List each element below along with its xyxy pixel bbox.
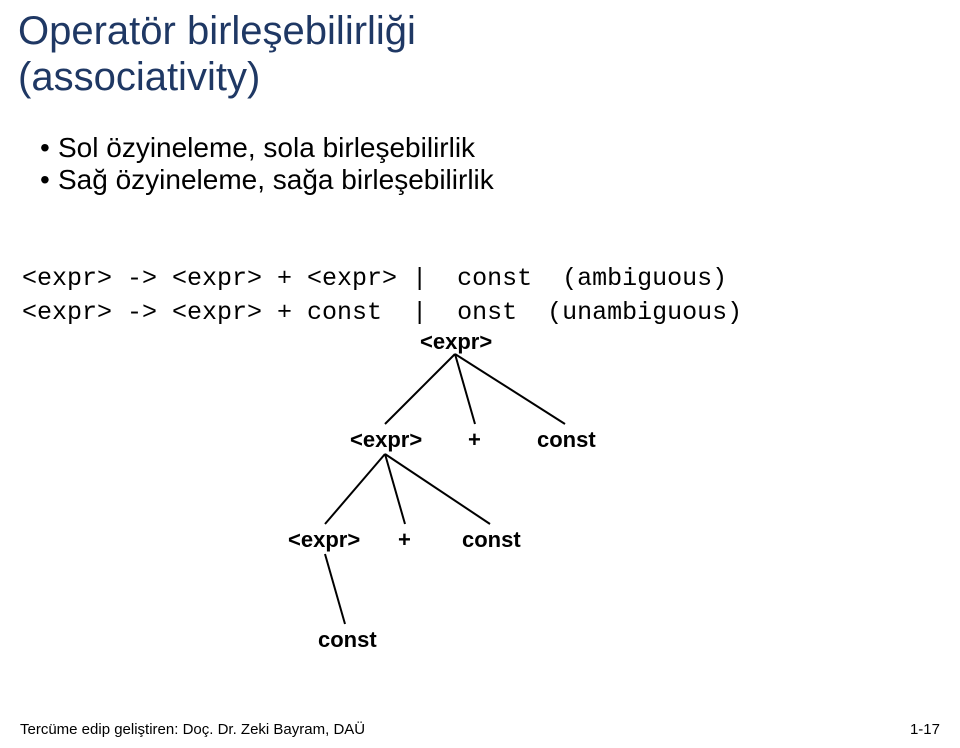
tree-l2-const: const xyxy=(462,527,521,553)
tree-l1-expr: <expr> xyxy=(350,427,422,453)
title-line2: (associativity) xyxy=(18,54,942,100)
slide-title: Operatör birleşebilirliği (associativity… xyxy=(0,0,960,100)
bullet-list: Sol özyineleme, sola birleşebilirlik Sağ… xyxy=(0,128,960,196)
grammar-line2b: onst (unambiguous) xyxy=(457,298,742,327)
grammar-line1: <expr> -> <expr> + <expr> | const (ambig… xyxy=(22,264,727,293)
tree-l1-plus: + xyxy=(468,427,481,453)
bullet-2: Sağ özyineleme, sağa birleşebilirlik xyxy=(40,164,942,196)
page-number: 1-17 xyxy=(910,721,940,738)
parse-tree: <expr> <expr> + const <expr> + const con… xyxy=(300,329,660,679)
title-line1: Operatör birleşebilirliği xyxy=(18,8,942,54)
tree-l1-const: const xyxy=(537,427,596,453)
tree-root: <expr> xyxy=(420,329,492,355)
grammar-rules: <expr> -> <expr> + <expr> | const (ambig… xyxy=(0,224,960,330)
bullet-1: Sol özyineleme, sola birleşebilirlik xyxy=(40,132,942,164)
footer-credit: Tercüme edip geliştiren: Doç. Dr. Zeki B… xyxy=(20,721,365,738)
grammar-line2a: <expr> -> <expr> + const | xyxy=(22,298,457,327)
tree-l2-expr: <expr> xyxy=(288,527,360,553)
tree-l2-plus: + xyxy=(398,527,411,553)
tree-l3-const: const xyxy=(318,627,377,653)
